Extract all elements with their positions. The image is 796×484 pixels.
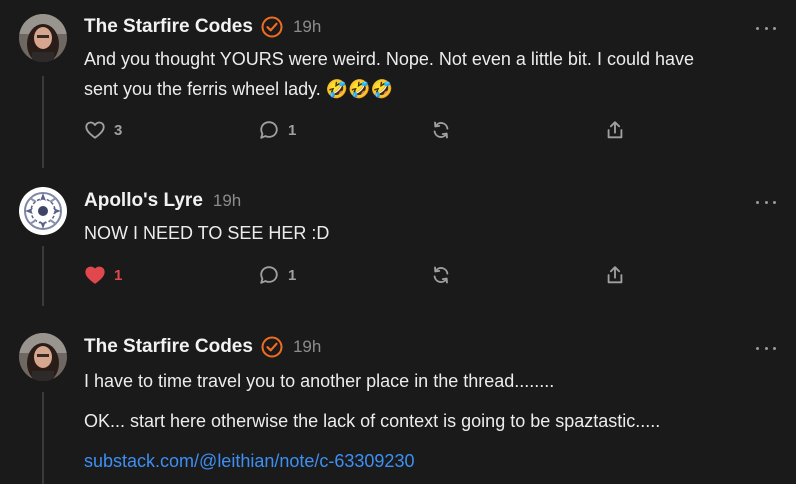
like-button[interactable]: 1: [84, 264, 122, 286]
timestamp[interactable]: 19h: [293, 337, 321, 357]
like-count: 1: [114, 266, 123, 284]
heart-icon: [85, 121, 105, 139]
share-icon: [607, 121, 623, 139]
verified-icon: [261, 16, 283, 38]
comment-text-line: And you thought YOURS were weird. Nope. …: [84, 49, 695, 69]
verified-icon: [261, 336, 283, 358]
reply-count: 1: [288, 266, 297, 284]
reply-count: 1: [288, 121, 297, 139]
avatar[interactable]: [19, 14, 67, 62]
like-count: 3: [114, 121, 123, 139]
author-name[interactable]: Apollo's Lyre: [84, 190, 203, 212]
comment-body: I have to time travel you to another pla…: [84, 366, 774, 476]
comment-icon: [260, 121, 278, 139]
restack-icon: [433, 121, 449, 139]
timestamp[interactable]: 19h: [293, 17, 321, 37]
comment-text-line: NOW I NEED TO SEE HER :D: [84, 223, 330, 243]
thread-line: [42, 392, 44, 484]
heart-icon: [85, 266, 105, 284]
restack-icon: [433, 266, 449, 284]
author-name[interactable]: The Starfire Codes: [84, 336, 253, 358]
reply-button[interactable]: 1: [258, 264, 296, 286]
comment-body: And you thought YOURS were weird. Nope. …: [84, 44, 774, 104]
comment-header: Apollo's Lyre 19h: [84, 190, 241, 212]
thread-line: [42, 246, 44, 306]
author-name[interactable]: The Starfire Codes: [84, 16, 253, 38]
like-button[interactable]: 3: [84, 119, 122, 141]
share-button[interactable]: [604, 264, 626, 286]
share-icon: [607, 266, 623, 284]
thread-line: [42, 76, 44, 168]
more-icon[interactable]: [756, 23, 776, 33]
comment-actions: 3 1: [84, 119, 644, 143]
avatar[interactable]: [19, 333, 67, 381]
comment-header: The Starfire Codes 19h: [84, 16, 321, 38]
reply-button[interactable]: 1: [258, 119, 296, 141]
more-icon[interactable]: [756, 197, 776, 207]
more-icon[interactable]: [756, 343, 776, 353]
avatar[interactable]: [19, 187, 67, 235]
comment-paragraph: I have to time travel you to another pla…: [84, 371, 555, 391]
comment-paragraph: OK... start here otherwise the lack of c…: [84, 411, 661, 431]
restack-button[interactable]: [430, 119, 452, 141]
restack-button[interactable]: [430, 264, 452, 286]
comment-icon: [260, 266, 278, 284]
comment-body: NOW I NEED TO SEE HER :D: [84, 218, 774, 248]
timestamp[interactable]: 19h: [213, 191, 241, 211]
note-link[interactable]: substack.com/@leithian/note/c-63309230: [84, 451, 414, 471]
comment-actions: 1 1: [84, 264, 644, 288]
comment-header: The Starfire Codes 19h: [84, 336, 321, 358]
comment-text-line: sent you the ferris wheel lady. 🤣🤣🤣: [84, 79, 394, 99]
share-button[interactable]: [604, 119, 626, 141]
